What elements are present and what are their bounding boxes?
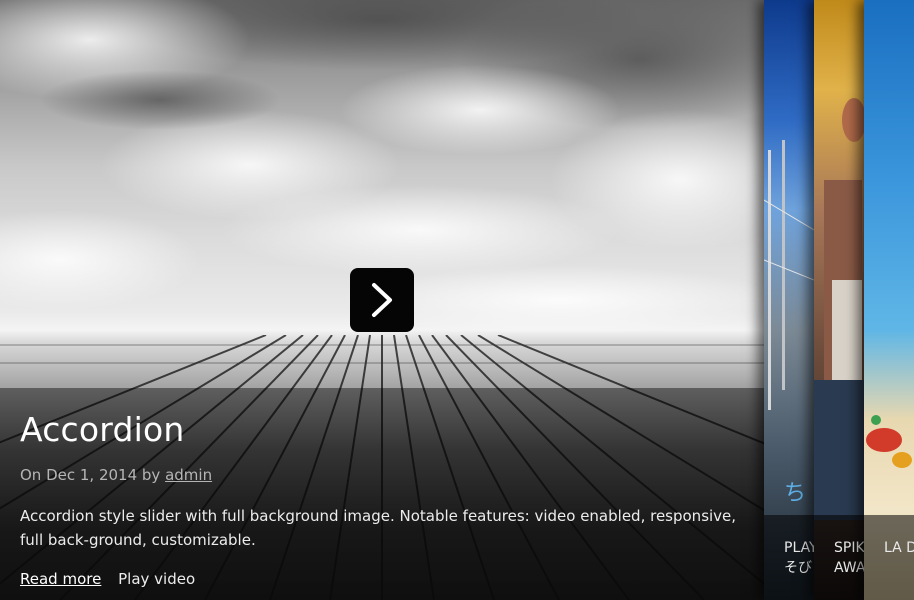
slide-panel-2[interactable]: SPIK AWA — [814, 0, 864, 600]
slide-panel-1[interactable]: ち PLAY そび — [764, 0, 814, 600]
active-slide: Accordion On Dec 1, 2014 by admin Accord… — [0, 0, 764, 600]
panel-1-title: PLAY — [784, 540, 814, 556]
play-video-button[interactable] — [350, 268, 414, 332]
accordion-slider: Accordion On Dec 1, 2014 by admin Accord… — [0, 0, 914, 600]
panel-3-caption: LA D — [884, 538, 914, 558]
post-date: On Dec 1, 2014 by — [20, 466, 161, 484]
slide-title: Accordion — [20, 410, 185, 449]
read-more-link[interactable]: Read more — [20, 570, 101, 588]
panel-3-image — [864, 0, 914, 600]
panel-1-caption: PLAY そび — [784, 538, 814, 578]
panel-2-subtitle: AWA — [834, 560, 864, 576]
panel-1-subtitle: そび — [784, 560, 812, 576]
author-link[interactable]: admin — [165, 466, 212, 484]
panel-1-image: ち — [764, 0, 814, 600]
panel-3-title: LA D — [884, 540, 914, 556]
svg-text:ち: ち — [784, 481, 806, 506]
panel-2-title: SPIK — [834, 540, 864, 556]
post-meta: On Dec 1, 2014 by admin — [20, 466, 212, 484]
chevron-right-icon — [372, 283, 392, 317]
slide-excerpt: Accordion style slider with full backgro… — [20, 507, 737, 549]
slide-links: Read more Play video — [20, 570, 195, 588]
panel-2-image — [814, 0, 864, 600]
slide-panel-3[interactable]: LA D — [864, 0, 914, 600]
panel-2-caption: SPIK AWA — [834, 538, 864, 578]
play-video-link[interactable]: Play video — [118, 570, 195, 588]
